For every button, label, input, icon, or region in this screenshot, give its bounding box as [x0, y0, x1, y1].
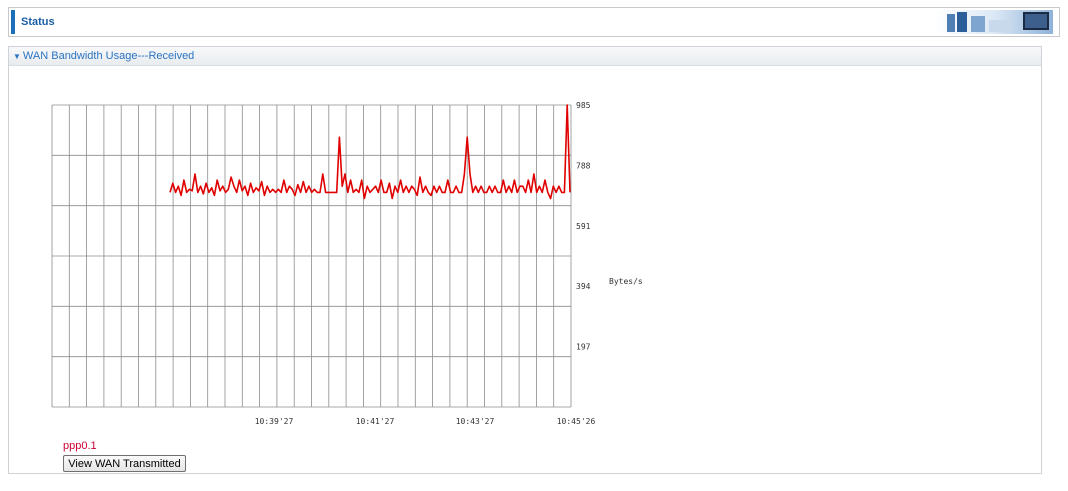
y-tick-label: 985 [576, 101, 591, 110]
x-tick-label: 10:39'27 [255, 417, 294, 426]
y-axis-label: Bytes/s [609, 277, 643, 286]
x-tick-label: 10:41'27 [356, 417, 395, 426]
bandwidth-chart: 197 394 591 788 985 Bytes/s 10:39'27 10:41'27 10… [51, 101, 643, 426]
x-tick-label: 10:43'27 [456, 417, 495, 426]
y-tick-label: 394 [576, 282, 591, 291]
series-line-ppp0-1 [169, 104, 571, 200]
y-tick-label: 788 [576, 161, 591, 170]
y-tick-label: 591 [576, 222, 591, 231]
legend-series-label: ppp0.1 [63, 440, 97, 452]
view-wan-transmitted-button[interactable]: View WAN Transmitted [63, 455, 186, 472]
x-tick-label: 10:45'26 [557, 417, 596, 426]
y-tick-label: 197 [576, 343, 591, 352]
